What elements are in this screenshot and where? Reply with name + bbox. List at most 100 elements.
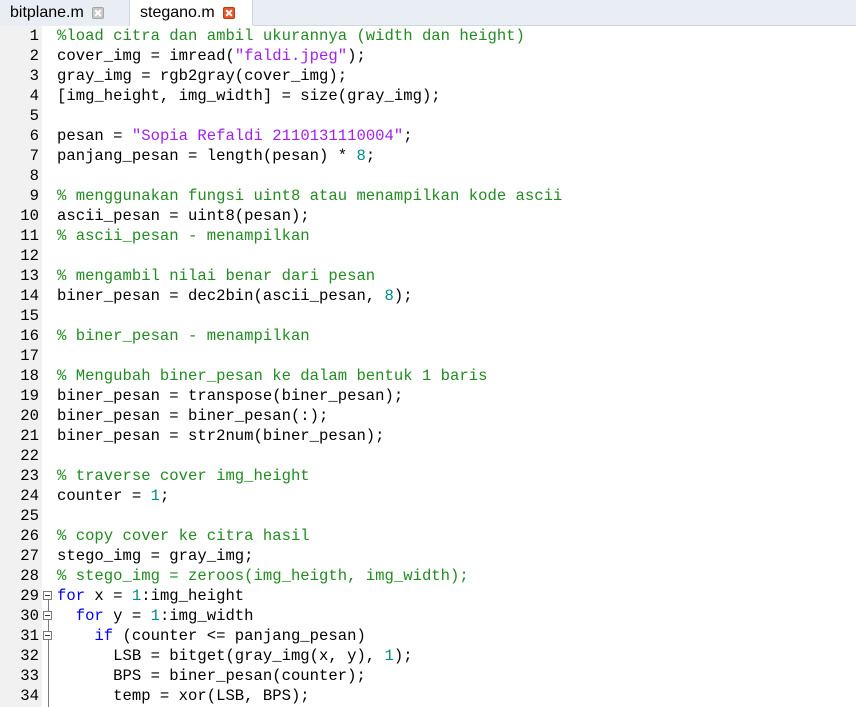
code-line[interactable]: 17 xyxy=(0,346,856,366)
code-text: % stego_img = zeroos(img_heigth, img_wid… xyxy=(57,566,469,586)
code-line[interactable]: 8 xyxy=(0,166,856,186)
line-number: 22 xyxy=(20,447,39,465)
code-token: :img_width xyxy=(159,607,254,625)
editor-tab-bar: bitplane.m stegano.m xyxy=(0,0,856,26)
code-token: ; xyxy=(365,147,376,165)
code-line[interactable]: 20 biner_pesan = biner_pesan(:); xyxy=(0,406,856,426)
code-line[interactable]: 24 counter = 1; xyxy=(0,486,856,506)
line-number: 10 xyxy=(20,207,39,225)
code-token: if xyxy=(94,627,114,645)
line-number: 11 xyxy=(20,227,39,245)
code-content[interactable]: 1 %load citra dan ambil ukurannya (width … xyxy=(0,26,856,706)
close-grey-icon[interactable] xyxy=(91,7,104,19)
code-token: panjang_pesan = length(pesan) * xyxy=(57,147,357,165)
tab-bitplane[interactable]: bitplane.m xyxy=(0,0,130,26)
code-line[interactable]: 32 LSB = bitget(gray_img(x, y), 1); xyxy=(0,646,856,666)
line-number: 13 xyxy=(20,267,39,285)
code-line[interactable]: 30 for y = 1:img_width xyxy=(0,606,856,626)
fold-collapse-icon[interactable] xyxy=(43,591,52,600)
code-line[interactable]: 22 xyxy=(0,446,856,466)
tab-bitplane-label: bitplane.m xyxy=(10,4,84,21)
code-text: % biner_pesan - menampilkan xyxy=(57,326,310,346)
code-text: % menggunakan fungsi uint8 atau menampil… xyxy=(57,186,562,206)
code-token: LSB = bitget(gray_img(x, y), xyxy=(57,647,385,665)
code-text: biner_pesan = str2num(biner_pesan); xyxy=(57,426,385,446)
code-line[interactable]: 19 biner_pesan = transpose(biner_pesan); xyxy=(0,386,856,406)
code-token: 8 xyxy=(356,147,366,165)
close-red-icon[interactable] xyxy=(222,6,235,19)
code-token: % traverse cover img_height xyxy=(57,467,310,485)
code-line[interactable]: 7 panjang_pesan = length(pesan) * 8; xyxy=(0,146,856,166)
code-token: 1 xyxy=(150,487,160,505)
line-number: 17 xyxy=(20,347,39,365)
code-line[interactable]: 29 for x = 1:img_height xyxy=(0,586,856,606)
code-line[interactable]: 2 cover_img = imread("faldi.jpeg"); xyxy=(0,46,856,66)
code-line[interactable]: 4 [img_height, img_width] = size(gray_img… xyxy=(0,86,856,106)
line-number: 32 xyxy=(20,647,39,665)
code-line[interactable]: 28 % stego_img = zeroos(img_heigth, img_w… xyxy=(0,566,856,586)
tab-stegano[interactable]: stegano.m xyxy=(130,0,253,26)
line-number: 16 xyxy=(20,327,39,345)
code-text: % Mengubah biner_pesan ke dalam bentuk 1… xyxy=(57,366,487,386)
code-line[interactable]: 15 xyxy=(0,306,856,326)
code-line[interactable]: 3 gray_img = rgb2gray(cover_img); xyxy=(0,66,856,86)
code-line[interactable]: 33 BPS = biner_pesan(counter); xyxy=(0,666,856,686)
line-number: 26 xyxy=(20,527,39,545)
code-token: ; xyxy=(403,127,413,145)
line-number: 20 xyxy=(20,407,39,425)
code-token: ascii_pesan = uint8(pesan); xyxy=(57,207,310,225)
code-token: ); xyxy=(347,47,366,65)
code-line[interactable]: 21 biner_pesan = str2num(biner_pesan); xyxy=(0,426,856,446)
code-token: 8 xyxy=(384,287,394,305)
code-token: (counter <= panjang_pesan) xyxy=(113,627,366,645)
code-line[interactable]: 13 % mengambil nilai benar dari pesan xyxy=(0,266,856,286)
code-token: biner_pesan = str2num(biner_pesan); xyxy=(57,427,385,445)
code-token: ; xyxy=(159,487,170,505)
code-text: biner_pesan = biner_pesan(:); xyxy=(57,406,328,426)
code-token: biner_pesan = dec2bin(ascii_pesan, xyxy=(57,287,385,305)
code-text: gray_img = rgb2gray(cover_img); xyxy=(57,66,347,86)
line-number: 24 xyxy=(20,487,39,505)
line-number: 30 xyxy=(20,607,39,625)
code-line[interactable]: 5 xyxy=(0,106,856,126)
code-token: ); xyxy=(393,647,413,665)
code-line[interactable]: 14 biner_pesan = dec2bin(ascii_pesan, 8); xyxy=(0,286,856,306)
code-text: biner_pesan = transpose(biner_pesan); xyxy=(57,386,403,406)
code-line[interactable]: 27 stego_img = gray_img; xyxy=(0,546,856,566)
code-token: y = xyxy=(103,607,151,625)
tab-stegano-label: stegano.m xyxy=(140,3,215,21)
code-text: LSB = bitget(gray_img(x, y), 1); xyxy=(57,646,413,666)
code-line[interactable]: 16 % biner_pesan - menampilkan xyxy=(0,326,856,346)
code-line[interactable]: 31 if (counter <= panjang_pesan) xyxy=(0,626,856,646)
code-token: gray_img = rgb2gray(cover_img); xyxy=(57,67,348,85)
code-token: biner_pesan = biner_pesan(:); xyxy=(57,407,329,425)
line-number: 19 xyxy=(20,387,39,405)
code-editor[interactable]: 1 %load citra dan ambil ukurannya (width … xyxy=(0,26,856,707)
code-token: [img_height, img_width] = size(gray_img)… xyxy=(57,87,441,105)
code-line[interactable]: 11 % ascii_pesan - menampilkan xyxy=(0,226,856,246)
line-number: 2 xyxy=(29,47,39,65)
code-line[interactable]: 1 %load citra dan ambil ukurannya (width … xyxy=(0,26,856,46)
code-token: for xyxy=(57,587,86,605)
code-line[interactable]: 18 % Mengubah biner_pesan ke dalam bentuk… xyxy=(0,366,856,386)
line-number: 25 xyxy=(20,507,39,525)
line-number: 9 xyxy=(29,187,39,205)
code-line[interactable]: 10 ascii_pesan = uint8(pesan); xyxy=(0,206,856,226)
fold-collapse-icon[interactable] xyxy=(43,631,52,640)
line-number: 18 xyxy=(20,367,39,385)
code-line[interactable]: 12 xyxy=(0,246,856,266)
code-token: 1 xyxy=(131,587,142,605)
code-line[interactable]: 25 xyxy=(0,506,856,526)
code-token: temp = xor(LSB, BPS); xyxy=(57,687,310,705)
code-line[interactable]: 9 % menggunakan fungsi uint8 atau menampi… xyxy=(0,186,856,206)
code-line[interactable]: 34 temp = xor(LSB, BPS); xyxy=(0,686,856,706)
code-text: % ascii_pesan - menampilkan xyxy=(57,226,310,246)
code-line[interactable]: 26 % copy cover ke citra hasil xyxy=(0,526,856,546)
fold-collapse-icon[interactable] xyxy=(43,611,52,620)
code-token: pesan = xyxy=(57,127,132,145)
line-number: 33 xyxy=(20,667,39,685)
code-line[interactable]: 6 pesan = "Sopia Refaldi 2110131110004"; xyxy=(0,126,856,146)
code-token: % Mengubah biner_pesan ke dalam bentuk 1… xyxy=(57,367,488,385)
code-line[interactable]: 23 % traverse cover img_height xyxy=(0,466,856,486)
